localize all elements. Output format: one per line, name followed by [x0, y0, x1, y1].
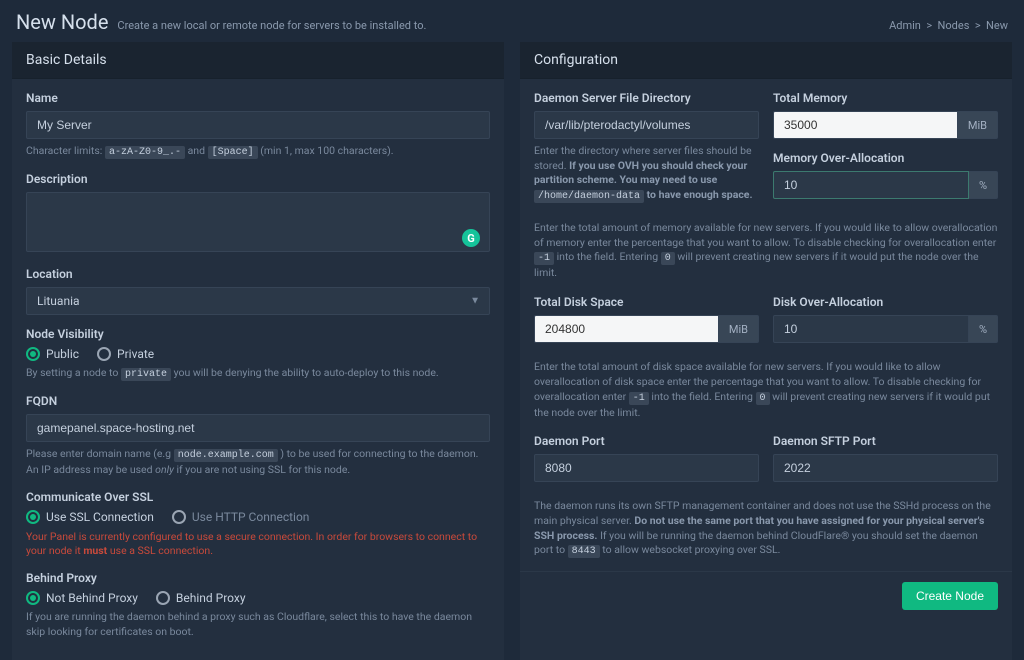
page-subtitle: Create a new local or remote node for se… — [117, 19, 426, 32]
grammarly-icon[interactable]: G — [462, 229, 480, 247]
proxy-help: If you are running the daemon behind a p… — [26, 610, 490, 639]
unit-mib: MiB — [958, 111, 998, 139]
configuration-title: Configuration — [520, 42, 1012, 79]
ssl-use-http-radio[interactable]: Use HTTP Connection — [172, 510, 310, 524]
configuration-panel: Configuration Daemon Server File Directo… — [520, 42, 1012, 660]
unit-percent: % — [969, 315, 998, 343]
total-memory-input[interactable] — [773, 111, 958, 139]
radio-icon — [26, 510, 40, 524]
disk-over-input[interactable] — [773, 315, 969, 343]
visibility-public-radio[interactable]: Public — [26, 347, 79, 361]
daemon-port-input[interactable] — [534, 454, 759, 482]
proxy-label: Behind Proxy — [26, 571, 490, 585]
daemon-dir-help: Enter the directory where server files s… — [534, 144, 759, 204]
disk-over-label: Disk Over-Allocation — [773, 295, 998, 309]
breadcrumb: Admin > Nodes > New — [889, 19, 1008, 32]
basic-details-title: Basic Details — [12, 42, 504, 79]
total-disk-label: Total Disk Space — [534, 295, 759, 309]
sftp-port-label: Daemon SFTP Port — [773, 434, 998, 448]
fqdn-input[interactable] — [26, 414, 490, 442]
port-help: The daemon runs its own SFTP management … — [534, 499, 998, 559]
total-disk-input[interactable] — [534, 315, 719, 343]
location-select[interactable]: Lituania — [26, 287, 490, 315]
memory-help: Enter the total amount of memory availab… — [534, 221, 998, 281]
sftp-port-input[interactable] — [773, 454, 998, 482]
radio-icon — [172, 510, 186, 524]
page-header: New Node Create a new local or remote no… — [0, 0, 1024, 42]
unit-mib: MiB — [719, 315, 759, 343]
description-input[interactable] — [26, 192, 490, 252]
fqdn-help: Please enter domain name (e.g node.examp… — [26, 447, 490, 478]
proxy-not-behind-radio[interactable]: Not Behind Proxy — [26, 591, 138, 605]
unit-percent: % — [969, 171, 998, 199]
radio-icon — [26, 347, 40, 361]
breadcrumb-nodes[interactable]: Nodes — [938, 19, 970, 32]
proxy-behind-radio[interactable]: Behind Proxy — [156, 591, 246, 605]
ssl-use-ssl-radio[interactable]: Use SSL Connection — [26, 510, 154, 524]
visibility-help: By setting a node to private you will be… — [26, 366, 490, 382]
location-label: Location — [26, 267, 490, 281]
total-memory-label: Total Memory — [773, 91, 998, 105]
description-label: Description — [26, 172, 490, 186]
ssl-label: Communicate Over SSL — [26, 490, 490, 504]
visibility-private-radio[interactable]: Private — [97, 347, 154, 361]
name-help: Character limits: a-zA-Z0-9_.- and [Spac… — [26, 144, 490, 160]
fqdn-label: FQDN — [26, 394, 490, 408]
daemon-dir-label: Daemon Server File Directory — [534, 91, 759, 105]
breadcrumb-admin[interactable]: Admin — [889, 19, 921, 32]
daemon-dir-input[interactable] — [534, 111, 759, 139]
ssl-warning: Your Panel is currently configured to us… — [26, 530, 490, 559]
radio-icon — [156, 591, 170, 605]
memory-over-input[interactable] — [773, 171, 969, 199]
breadcrumb-current: New — [986, 19, 1008, 32]
visibility-label: Node Visibility — [26, 327, 490, 341]
name-input[interactable] — [26, 111, 490, 139]
radio-icon — [26, 591, 40, 605]
page-title: New Node — [16, 10, 108, 34]
disk-help: Enter the total amount of disk space ava… — [534, 360, 998, 420]
name-label: Name — [26, 91, 490, 105]
daemon-port-label: Daemon Port — [534, 434, 759, 448]
create-node-button[interactable]: Create Node — [902, 582, 998, 610]
basic-details-panel: Basic Details Name Character limits: a-z… — [12, 42, 504, 660]
radio-icon — [97, 347, 111, 361]
memory-over-label: Memory Over-Allocation — [773, 151, 998, 165]
